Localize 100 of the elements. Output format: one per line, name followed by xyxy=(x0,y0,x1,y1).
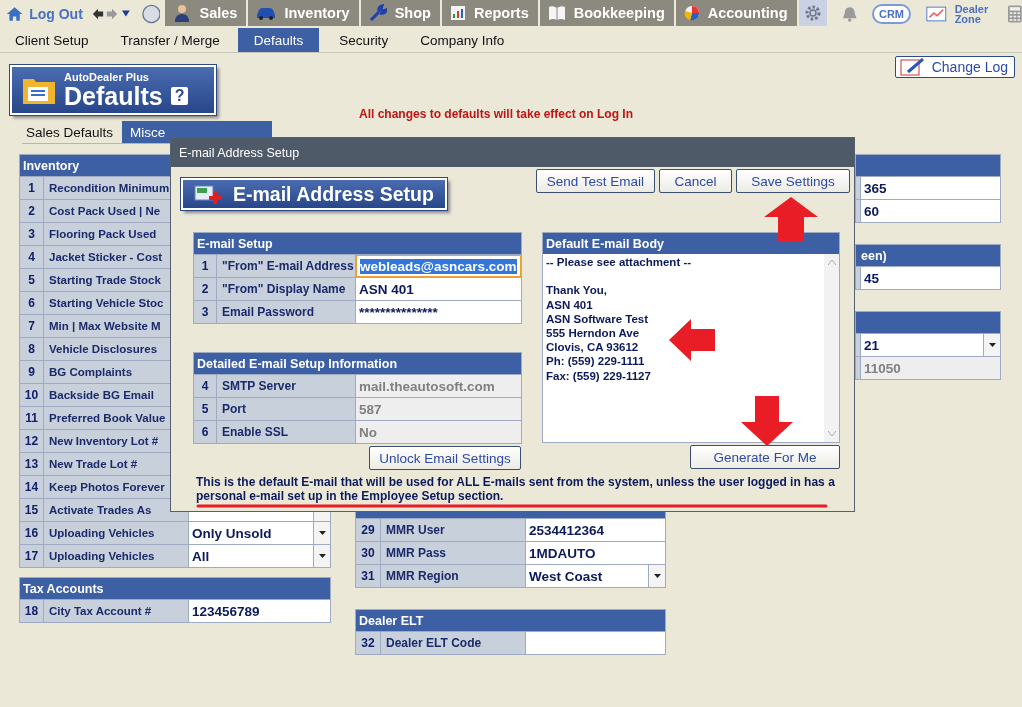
dealer-zone-link[interactable]: Dealer Zone xyxy=(954,3,989,24)
annotation-arrow xyxy=(669,319,715,361)
row-number: 4 xyxy=(20,246,44,268)
input-field[interactable]: 60 xyxy=(861,200,1000,222)
row-number: 6 xyxy=(20,292,44,314)
row-label: MMR User xyxy=(381,519,526,541)
report-icon xyxy=(449,5,466,21)
row-number: 8 xyxy=(20,338,44,360)
scroll-up-icon[interactable] xyxy=(827,260,836,265)
nav-tab[interactable]: Security xyxy=(338,28,390,52)
input-field[interactable]: webleads@asncars.com xyxy=(356,255,521,277)
back-arrow-icon[interactable] xyxy=(91,6,104,21)
pie-chart-icon xyxy=(683,5,700,21)
footnote-text: This is the default E-mail that will be used for ALL E-mails sent from the system, unless the user logged in has a personal e-mail set up in the Employee Setup section. xyxy=(196,475,836,503)
input-field[interactable]: *************** xyxy=(356,301,521,323)
input-field[interactable]: 365 xyxy=(861,177,1000,199)
calculator-icon[interactable] xyxy=(1008,3,1022,24)
dialog-title: E-mail Address Setup xyxy=(171,138,854,167)
select-field[interactable]: West Coast xyxy=(526,565,665,587)
section-tab[interactable]: Sales Defaults xyxy=(22,121,118,143)
home-icon[interactable] xyxy=(6,4,24,23)
book-icon xyxy=(547,5,566,21)
row-number: 10 xyxy=(20,384,44,406)
help-button[interactable]: ? xyxy=(170,87,189,105)
wrench-icon xyxy=(368,4,387,22)
readonly-field: No xyxy=(356,421,521,443)
crm-button[interactable]: CRM xyxy=(871,3,911,24)
table-title: Tax Accounts xyxy=(23,581,104,596)
row-number: 31 xyxy=(356,565,381,587)
row-label: MMR Region xyxy=(381,565,526,587)
select-field[interactable]: Only Unsold xyxy=(189,522,330,544)
row-label: City Tax Account # xyxy=(44,600,189,622)
row-number: 2 xyxy=(194,278,217,300)
row-label: Port xyxy=(217,398,356,420)
row-label: "From" E-mail Address xyxy=(217,255,356,277)
caret-icon[interactable] xyxy=(121,10,130,17)
input-field[interactable]: ASN 401 xyxy=(356,278,521,300)
nav-tab[interactable]: Transfer / Merge xyxy=(119,28,221,52)
dialog-button[interactable]: Send Test Email xyxy=(535,169,655,193)
table-title: Dealer ELT xyxy=(359,613,424,628)
row-number: 7 xyxy=(20,315,44,337)
row-number: 15 xyxy=(20,499,44,521)
annotation-arrow xyxy=(741,396,793,446)
nav-tab[interactable]: Client Setup xyxy=(14,28,90,52)
row-label: Dealer ELT Code xyxy=(381,632,526,654)
settings-button[interactable] xyxy=(798,0,827,26)
input-field[interactable] xyxy=(526,632,665,654)
row-number: 18 xyxy=(20,600,44,622)
product-name: AutoDealer Plus xyxy=(64,71,150,83)
row-number: 9 xyxy=(20,361,44,383)
email-add-icon xyxy=(193,182,223,206)
row-label: "From" Display Name xyxy=(217,278,356,300)
row-number: 5 xyxy=(194,398,217,420)
input-field[interactable]: 1MDAUTO xyxy=(526,542,665,564)
log-out-link[interactable]: Log Out xyxy=(29,5,83,22)
row-number: 1 xyxy=(20,177,44,199)
page-title: Defaults xyxy=(64,83,163,109)
notepad-pencil-icon xyxy=(899,58,926,76)
row-number: 3 xyxy=(20,223,44,245)
nav-tab[interactable]: Defaults xyxy=(237,28,320,52)
email-body-field[interactable]: -- Please see attachment -- Thank You, ASN 401 ASN Software Test 555 Herndon Ave Clovis, CA 93612 Ph: (559) 229-1111 Fax: (559) 229-1127 xyxy=(543,254,839,442)
readonly-field: 11050 xyxy=(861,357,1000,379)
row-number: 11 xyxy=(20,407,44,429)
row-label: Uploading Vehicles xyxy=(44,545,189,567)
nav-tab[interactable]: Company Info xyxy=(419,28,506,52)
scroll-down-icon[interactable] xyxy=(827,431,836,436)
row-number: 12 xyxy=(20,430,44,452)
row-number: 1 xyxy=(194,255,217,277)
change-log-button[interactable]: Change Log xyxy=(894,56,1015,78)
dialog-button[interactable]: Cancel xyxy=(659,169,732,193)
row-number: 16 xyxy=(20,522,44,544)
row-number: 29 xyxy=(356,519,381,541)
table-title: Detailed E-mail Setup Information xyxy=(197,356,398,371)
select-field[interactable]: All xyxy=(189,545,330,567)
row-number: 13 xyxy=(20,453,44,475)
row-number: 4 xyxy=(194,375,217,397)
table-title: Default E-mail Body xyxy=(546,236,665,251)
table-title: Inventory xyxy=(23,158,80,173)
unlock-button[interactable]: Unlock Email Settings xyxy=(369,446,521,470)
row-number: 2 xyxy=(20,200,44,222)
dialog-heading: E-mail Address Setup xyxy=(233,182,434,206)
table-title: een) xyxy=(861,248,887,263)
generate-button[interactable]: Generate For Me xyxy=(690,445,840,469)
row-label: Enable SSL xyxy=(217,421,356,443)
chart-board-icon[interactable] xyxy=(926,4,947,23)
input-field[interactable]: 2534412364 xyxy=(526,519,665,541)
readonly-field: mail.theautosoft.com xyxy=(356,375,521,397)
avatar-icon[interactable] xyxy=(141,2,161,25)
gear-icon xyxy=(803,4,822,22)
row-label: Email Password xyxy=(217,301,356,323)
row-label: Uploading Vehicles xyxy=(44,522,189,544)
input-field[interactable]: 45 xyxy=(861,267,1000,289)
input-field[interactable]: 123456789 xyxy=(189,600,330,622)
select-field[interactable]: 21 xyxy=(861,334,1000,356)
dialog-button[interactable]: Save Settings xyxy=(736,169,850,193)
row-number: 32 xyxy=(356,632,381,654)
scrollbar[interactable] xyxy=(824,254,839,442)
notice-text: All changes to defaults will take effect on Log In xyxy=(357,107,634,121)
row-number: 17 xyxy=(20,545,44,567)
row-label: SMTP Server xyxy=(217,375,356,397)
